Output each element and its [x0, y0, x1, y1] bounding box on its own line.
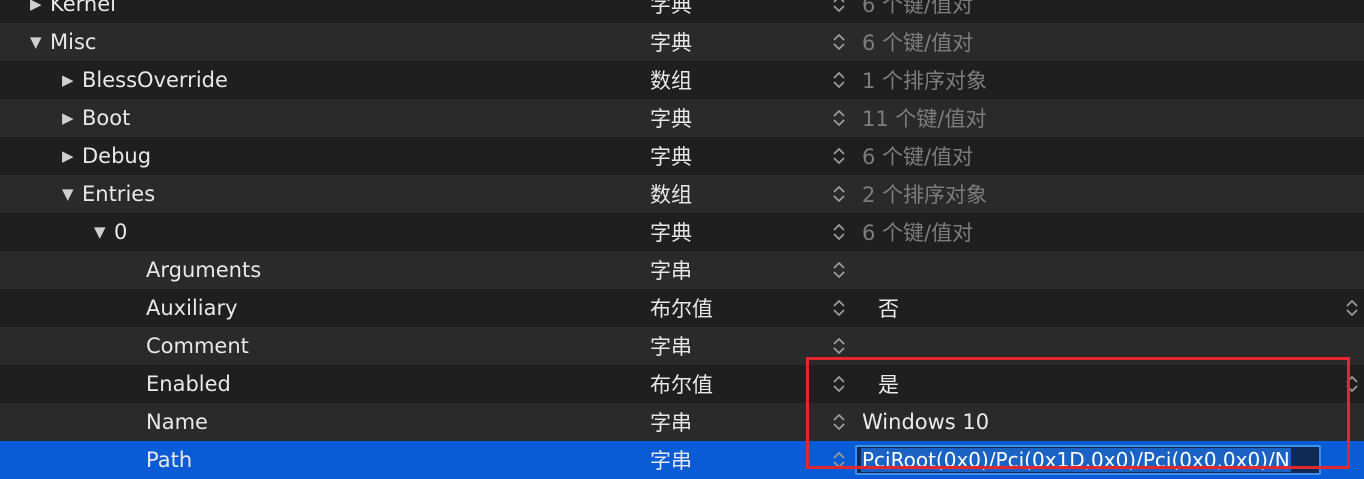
key-cell[interactable]: ▶ BlessOverride [62, 61, 228, 99]
table-row[interactable]: Name 字串 Windows 10 [0, 403, 1364, 441]
type-cell[interactable]: 字典 [650, 99, 692, 137]
bool-popup-button[interactable]: 是 [878, 365, 899, 403]
table-row[interactable]: ▶ BlessOverride 数组 1 个排序对象 [0, 61, 1364, 99]
disclosure-triangle-right-icon[interactable]: ▶ [30, 0, 48, 13]
type-cell[interactable]: 字典 [650, 0, 692, 23]
key-label: 0 [114, 220, 128, 244]
table-row[interactable]: Comment 字串 [0, 327, 1364, 365]
disclosure-triangle-right-icon[interactable]: ▶ [62, 71, 80, 89]
type-cell[interactable]: 布尔值 [650, 289, 713, 327]
value-cell: 6 个键/值对 [862, 31, 974, 55]
key-label: Entries [82, 182, 156, 206]
table-row[interactable]: ▼ Misc 字典 6 个键/值对 [0, 23, 1364, 61]
bool-popup-button[interactable]: 否 [878, 289, 899, 327]
key-cell[interactable]: Auxiliary [146, 289, 238, 327]
table-row[interactable]: ▶ Boot 字典 11 个键/值对 [0, 99, 1364, 137]
type-cell[interactable]: 字串 [650, 403, 692, 441]
table-row[interactable]: Path 字串 PciRoot(0x0)/Pci(0x1D,0x0)/Pci(0x0… [0, 441, 1364, 479]
type-stepper-icon[interactable] [828, 182, 850, 206]
table-row[interactable]: ▶ Kernel 字典 6 个键/值对 [0, 0, 1364, 23]
value-cell: 6 个键/值对 [862, 145, 974, 169]
key-cell[interactable]: Path [146, 441, 192, 479]
key-cell[interactable]: Enabled [146, 365, 231, 403]
key-cell[interactable]: ▼ 0 [94, 213, 127, 251]
table-row[interactable]: ▶ Debug 字典 6 个键/值对 [0, 137, 1364, 175]
type-stepper-icon[interactable] [828, 372, 850, 396]
type-cell[interactable]: 数组 [650, 175, 692, 213]
type-cell[interactable]: 布尔值 [650, 365, 713, 403]
popup-chevron-icon[interactable] [1341, 296, 1363, 320]
type-stepper-icon[interactable] [828, 334, 850, 358]
disclosure-triangle-down-icon[interactable]: ▼ [30, 33, 48, 51]
key-cell[interactable]: Name [146, 403, 208, 441]
table-row[interactable]: Enabled 布尔值 是 [0, 365, 1364, 403]
key-cell[interactable]: ▶ Kernel [30, 0, 116, 23]
value-edit-field[interactable]: PciRoot(0x0)/Pci(0x1D,0x0)/Pci(0x0,0x0)/… [855, 445, 1321, 475]
plist-outline: ▶ Kernel 字典 6 个键/值对 ▼ Misc 字典 6 个键/值对 ▶ BlessOver… [0, 0, 1364, 479]
type-stepper-icon[interactable] [828, 144, 850, 168]
type-cell[interactable]: 数组 [650, 61, 692, 99]
key-cell[interactable]: ▶ Debug [62, 137, 151, 175]
key-label: Enabled [146, 372, 231, 396]
type-cell[interactable]: 字典 [650, 213, 692, 251]
disclosure-triangle-down-icon[interactable]: ▼ [62, 185, 80, 203]
type-stepper-icon[interactable] [828, 258, 850, 282]
key-label: Auxiliary [146, 296, 238, 320]
type-stepper-icon[interactable] [828, 220, 850, 244]
selected-value-text[interactable]: PciRoot(0x0)/Pci(0x1D,0x0)/Pci(0x0,0x0)/… [861, 448, 1291, 472]
key-label: Comment [146, 334, 249, 358]
value-cell: 6 个键/值对 [862, 0, 974, 17]
table-row[interactable]: ▼ Entries 数组 2 个排序对象 [0, 175, 1364, 213]
type-cell[interactable]: 字典 [650, 137, 692, 175]
value-cell: 11 个键/值对 [862, 107, 987, 131]
value-cell[interactable]: Windows 10 [862, 403, 989, 441]
type-cell[interactable]: 字串 [650, 327, 692, 365]
type-cell[interactable]: 字串 [650, 441, 692, 479]
key-label: Boot [82, 106, 131, 130]
key-label: Debug [82, 144, 152, 168]
type-stepper-icon[interactable] [828, 68, 850, 92]
key-cell[interactable]: Comment [146, 327, 249, 365]
type-stepper-icon[interactable] [828, 448, 850, 472]
key-label: Name [146, 410, 208, 434]
key-cell[interactable]: Arguments [146, 251, 261, 289]
key-label: BlessOverride [82, 68, 228, 92]
disclosure-triangle-right-icon[interactable]: ▶ [62, 109, 80, 127]
table-row[interactable]: Auxiliary 布尔值 否 [0, 289, 1364, 327]
type-stepper-icon[interactable] [828, 106, 850, 130]
key-cell[interactable]: ▶ Boot [62, 99, 130, 137]
table-row[interactable]: ▼ 0 字典 6 个键/值对 [0, 213, 1364, 251]
type-cell[interactable]: 字典 [650, 23, 692, 61]
type-stepper-icon[interactable] [828, 0, 850, 16]
value-cell: 2 个排序对象 [862, 183, 988, 207]
disclosure-triangle-down-icon[interactable]: ▼ [94, 223, 112, 241]
table-row[interactable]: Arguments 字串 [0, 251, 1364, 289]
key-label: Arguments [146, 258, 262, 282]
key-label: Kernel [50, 0, 116, 16]
type-stepper-icon[interactable] [828, 410, 850, 434]
type-stepper-icon[interactable] [828, 30, 850, 54]
value-cell: 6 个键/值对 [862, 221, 974, 245]
type-cell[interactable]: 字串 [650, 251, 692, 289]
key-label: Misc [50, 30, 97, 54]
key-cell[interactable]: ▼ Entries [62, 175, 155, 213]
type-stepper-icon[interactable] [828, 296, 850, 320]
key-label: Path [146, 448, 193, 472]
disclosure-triangle-right-icon[interactable]: ▶ [62, 147, 80, 165]
key-cell[interactable]: ▼ Misc [30, 23, 96, 61]
value-cell: 1 个排序对象 [862, 69, 988, 93]
popup-chevron-icon[interactable] [1341, 372, 1363, 396]
